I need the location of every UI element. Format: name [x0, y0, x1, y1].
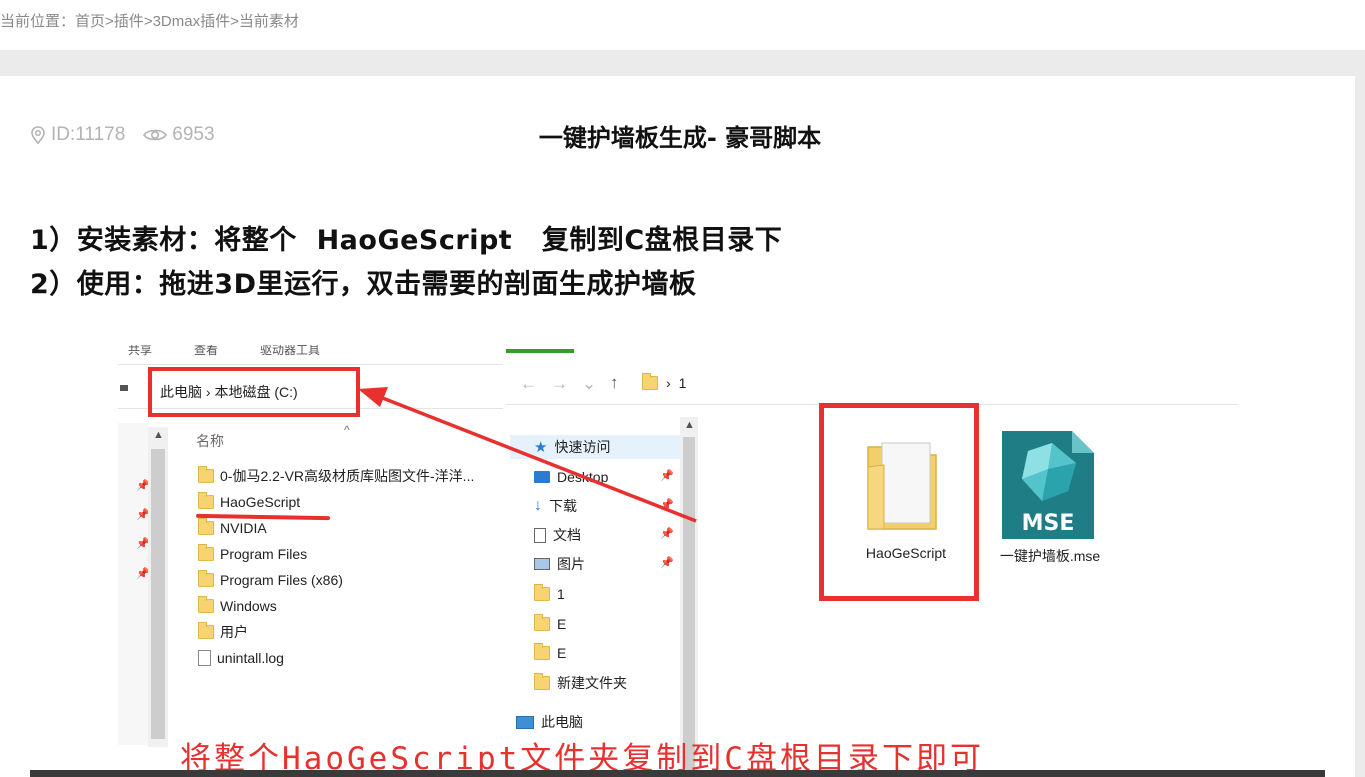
location-pin-icon: [31, 126, 45, 144]
breadcrumb-3dmax-plugins[interactable]: 3Dmax插件: [153, 13, 231, 30]
tutorial-screenshot: 共享 查看 驱动器工具 此电脑 › 本地磁盘 (C:) 📌 📌 📌 📌 ▲ 名称…: [118, 345, 1238, 777]
material-id-text: ID:11178: [51, 124, 126, 145]
breadcrumb-prefix: 当前位置：: [0, 13, 76, 30]
instruction-install: 1）安装素材：将整个 HaoGeScript 复制到C盘根目录下: [30, 225, 783, 256]
view-count-text: 6953: [172, 124, 215, 145]
eye-icon: [143, 129, 168, 141]
annotation-arrow: [358, 387, 697, 523]
breadcrumb-current: 当前素材: [238, 13, 299, 30]
breadcrumb-home[interactable]: 首页: [75, 13, 105, 30]
material-id: ID:11178: [30, 124, 125, 146]
breadcrumb-plugins[interactable]: 插件: [114, 13, 144, 30]
view-count: 6953: [143, 124, 215, 146]
material-meta: ID:11178 6953: [30, 124, 227, 146]
instruction-usage: 2）使用：拖进3D里运行，双击需要的剖面生成护墙板: [30, 269, 697, 300]
taskbar-strip: [30, 770, 1325, 777]
breadcrumb-separator: >: [105, 13, 114, 30]
breadcrumb-separator: >: [230, 13, 239, 30]
breadcrumb: 当前位置：首页>插件>3Dmax插件>当前素材: [0, 10, 299, 31]
breadcrumb-separator: >: [143, 13, 153, 30]
page-title: 一键护墙板生成- 豪哥脚本: [538, 124, 822, 152]
